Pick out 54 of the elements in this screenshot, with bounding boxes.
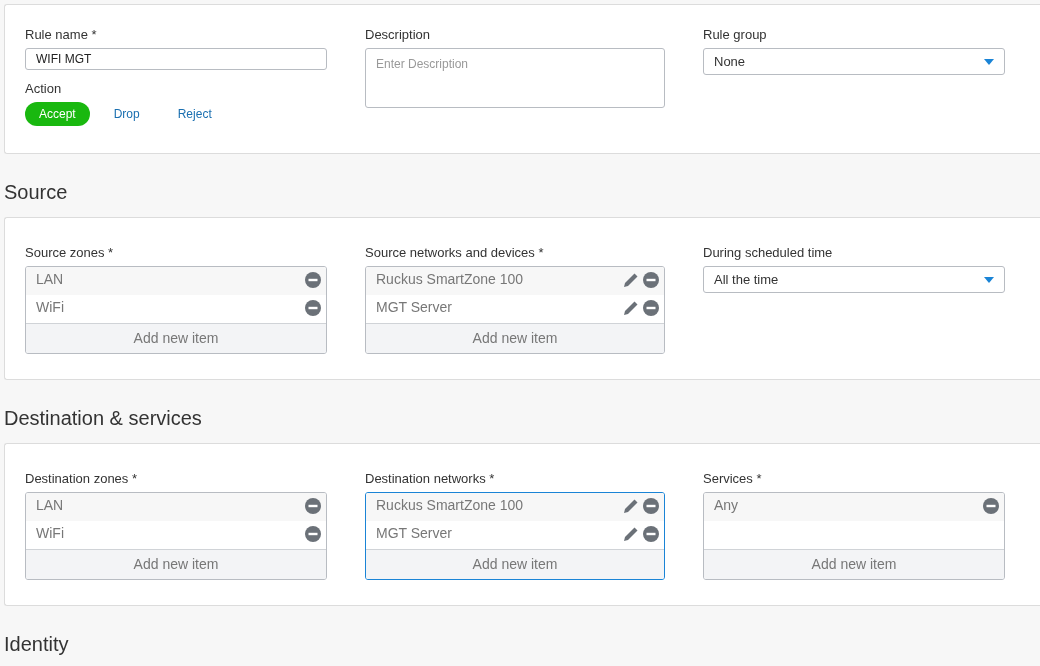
pencil-icon[interactable] <box>623 526 639 542</box>
pencil-icon[interactable] <box>623 272 639 288</box>
caret-icon <box>984 58 994 65</box>
list-item[interactable]: LAN <box>26 493 326 521</box>
remove-icon[interactable] <box>305 498 321 514</box>
pencil-icon[interactable] <box>623 498 639 514</box>
action-toggle[interactable]: Accept <box>25 102 90 126</box>
field-label: Destination zones * <box>25 470 138 488</box>
field-label: Rule name * <box>25 26 98 44</box>
item-label: MGT Server <box>376 524 452 542</box>
field-label: Description <box>365 26 432 44</box>
item-label: Ruckus SmartZone 100 <box>376 496 524 514</box>
item-label: Ruckus SmartZone 100 <box>376 270 524 288</box>
list-item[interactable]: Any <box>704 493 1004 521</box>
item-label: WiFi <box>36 524 64 542</box>
remove-icon[interactable] <box>643 498 659 514</box>
pencil-icon[interactable] <box>623 300 639 316</box>
remove-icon[interactable] <box>305 300 321 316</box>
item-label: MGT Server <box>376 298 452 316</box>
remove-icon[interactable] <box>983 498 999 514</box>
action-toggle[interactable]: Reject <box>163 102 226 126</box>
description-field[interactable]: Enter Description <box>365 48 665 108</box>
add-item-button[interactable]: Add new item <box>366 549 664 579</box>
list-item[interactable]: LAN <box>26 267 326 295</box>
list-item[interactable]: Ruckus SmartZone 100 <box>366 493 664 521</box>
dropdown[interactable]: All the time <box>703 266 1005 293</box>
action-toggle[interactable]: Drop <box>99 102 154 126</box>
field-label: Source networks and devices * <box>365 244 545 262</box>
add-item-button[interactable]: Add new item <box>366 323 664 353</box>
field-label: Rule group <box>703 26 768 44</box>
remove-icon[interactable] <box>643 300 659 316</box>
add-item-button[interactable]: Add new item <box>26 549 326 579</box>
remove-icon[interactable] <box>305 526 321 542</box>
remove-icon[interactable] <box>643 272 659 288</box>
field-label: Services * <box>703 470 763 488</box>
section-heading: Destination & services <box>3 406 203 431</box>
list-item[interactable]: Ruckus SmartZone 100 <box>366 267 664 295</box>
section-heading: Source <box>3 180 69 205</box>
add-item-button[interactable]: Add new item <box>704 549 1004 579</box>
item-label: LAN <box>36 270 64 288</box>
caret-icon <box>984 276 994 283</box>
section-heading: Identity <box>3 632 70 657</box>
field-label: Action <box>25 80 63 98</box>
field-label: Source zones * <box>25 244 115 262</box>
field-label: Destination networks * <box>365 470 496 488</box>
dropdown[interactable]: None <box>703 48 1005 75</box>
add-item-button[interactable]: Add new item <box>26 323 326 353</box>
item-label: WiFi <box>36 298 64 316</box>
item-label: Any <box>714 496 739 514</box>
remove-icon[interactable] <box>643 526 659 542</box>
item-label: LAN <box>36 496 64 514</box>
rule-name-field[interactable]: WIFI MGT <box>25 48 327 70</box>
remove-icon[interactable] <box>305 272 321 288</box>
field-label: During scheduled time <box>703 244 834 262</box>
